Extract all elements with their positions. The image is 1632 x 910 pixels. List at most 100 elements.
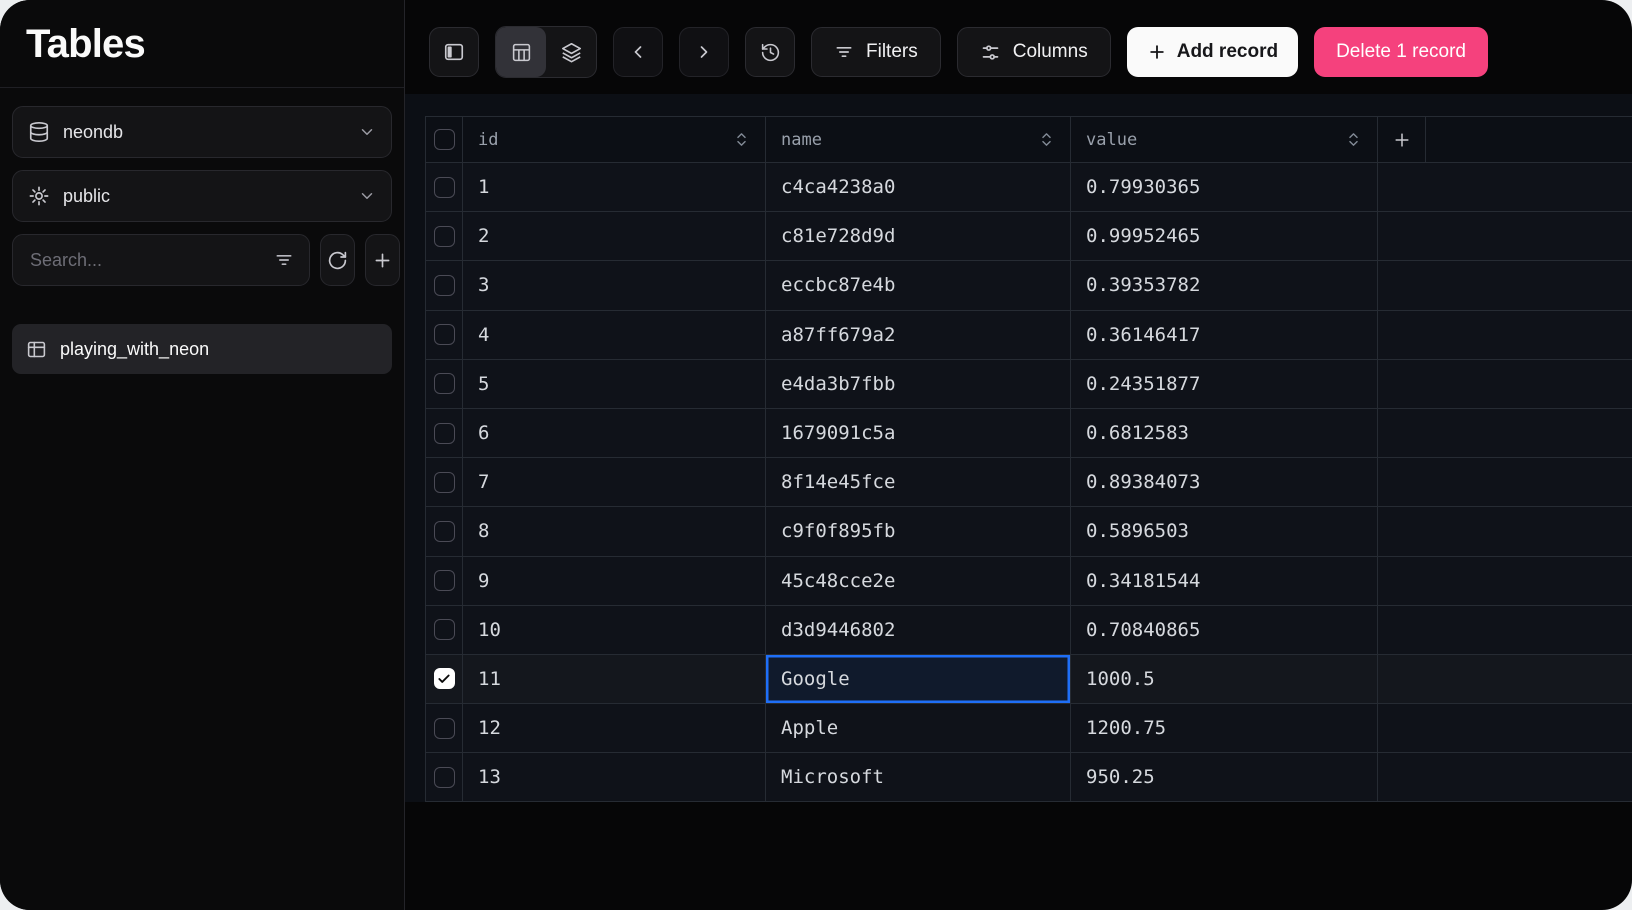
column-header-id[interactable]: id (463, 117, 766, 162)
prev-page-button[interactable] (613, 27, 663, 77)
row-checkbox[interactable] (434, 226, 455, 247)
grid-view-button[interactable] (496, 27, 546, 77)
search-row (12, 234, 392, 286)
column-header-value-label: value (1086, 130, 1137, 150)
chevron-down-icon (358, 187, 376, 205)
app-window: Tables neondb public (0, 0, 1632, 910)
table-row: 13 Microsoft 950.25 (425, 753, 1632, 802)
chevron-down-icon (358, 123, 376, 141)
add-record-button[interactable]: Add record (1127, 27, 1298, 77)
row-checkbox[interactable] (434, 423, 455, 444)
cell-name[interactable]: d3d9446802 (766, 606, 1071, 654)
cell-name[interactable]: c81e728d9d (766, 212, 1071, 260)
sort-icon[interactable] (733, 131, 750, 148)
table-item-label: playing_with_neon (60, 339, 209, 360)
table-row: 4 a87ff679a2 0.36146417 (425, 311, 1632, 360)
cell-id[interactable]: 6 (463, 409, 766, 457)
main-panel: Filters Columns Add record Delete 1 reco… (405, 0, 1632, 910)
cell-name[interactable]: Google (766, 655, 1071, 703)
row-checkbox[interactable] (434, 373, 455, 394)
column-header-name-label: name (781, 130, 822, 150)
row-checkbox[interactable] (434, 619, 455, 640)
next-page-button[interactable] (679, 27, 729, 77)
cell-id[interactable]: 2 (463, 212, 766, 260)
cell-id[interactable]: 9 (463, 557, 766, 605)
cell-name[interactable]: 1679091c5a (766, 409, 1071, 457)
cell-id[interactable]: 3 (463, 261, 766, 309)
chevron-right-icon (694, 42, 714, 62)
cell-name[interactable]: eccbc87e4b (766, 261, 1071, 309)
cell-value[interactable]: 0.89384073 (1071, 458, 1378, 506)
cell-value[interactable]: 1000.5 (1071, 655, 1378, 703)
sidebar-body: neondb public (0, 88, 404, 392)
cell-value[interactable]: 0.70840865 (1071, 606, 1378, 654)
cell-id[interactable]: 11 (463, 655, 766, 703)
row-checkbox[interactable] (434, 275, 455, 296)
table-row: 10 d3d9446802 0.70840865 (425, 606, 1632, 655)
cell-id[interactable]: 7 (463, 458, 766, 506)
grid-area: id name value (405, 94, 1632, 802)
row-checkbox[interactable] (434, 324, 455, 345)
row-checkbox[interactable] (434, 521, 455, 542)
cell-name[interactable]: e4da3b7fbb (766, 360, 1071, 408)
row-checkbox[interactable] (434, 177, 455, 198)
history-button[interactable] (745, 27, 795, 77)
cell-id[interactable]: 12 (463, 704, 766, 752)
cell-value[interactable]: 1200.75 (1071, 704, 1378, 752)
sliders-icon (980, 42, 1001, 63)
sort-icon[interactable] (1038, 131, 1055, 148)
row-check-cell (426, 557, 463, 605)
row-check-cell (426, 458, 463, 506)
select-all-checkbox[interactable] (434, 129, 455, 150)
cell-value[interactable]: 0.39353782 (1071, 261, 1378, 309)
cell-value[interactable]: 0.6812583 (1071, 409, 1378, 457)
cell-id[interactable]: 8 (463, 507, 766, 555)
filters-button[interactable]: Filters (811, 27, 941, 77)
cell-id[interactable]: 10 (463, 606, 766, 654)
cell-value[interactable]: 0.34181544 (1071, 557, 1378, 605)
cell-value[interactable]: 0.99952465 (1071, 212, 1378, 260)
cell-name[interactable]: c4ca4238a0 (766, 163, 1071, 211)
filters-button-label: Filters (866, 41, 918, 63)
cell-name[interactable]: 45c48cce2e (766, 557, 1071, 605)
search-input[interactable] (28, 249, 264, 272)
schema-selector-label: public (63, 186, 345, 207)
layers-view-button[interactable] (546, 27, 596, 77)
cell-id[interactable]: 13 (463, 753, 766, 801)
row-checkbox[interactable] (434, 668, 455, 689)
cell-name[interactable]: Microsoft (766, 753, 1071, 801)
cell-name[interactable]: c9f0f895fb (766, 507, 1071, 555)
cell-value[interactable]: 950.25 (1071, 753, 1378, 801)
row-checkbox[interactable] (434, 767, 455, 788)
database-selector[interactable]: neondb (12, 106, 392, 158)
sort-icon[interactable] (1345, 131, 1362, 148)
select-all-cell (426, 117, 463, 162)
cell-value[interactable]: 0.24351877 (1071, 360, 1378, 408)
table-row: 12 Apple 1200.75 (425, 704, 1632, 753)
chevron-left-icon (628, 42, 648, 62)
sidebar-item-playing-with-neon[interactable]: playing_with_neon (12, 324, 392, 374)
cell-name[interactable]: 8f14e45fce (766, 458, 1071, 506)
refresh-button[interactable] (320, 234, 355, 286)
cell-name[interactable]: a87ff679a2 (766, 311, 1071, 359)
delete-records-button[interactable]: Delete 1 record (1314, 27, 1488, 77)
row-checkbox[interactable] (434, 718, 455, 739)
column-header-value[interactable]: value (1071, 117, 1378, 162)
collapse-sidebar-button[interactable] (429, 27, 479, 77)
column-header-name[interactable]: name (766, 117, 1071, 162)
cell-name[interactable]: Apple (766, 704, 1071, 752)
add-table-button[interactable] (365, 234, 400, 286)
add-column-button[interactable] (1378, 117, 1426, 162)
view-toggle (495, 26, 597, 78)
cell-id[interactable]: 5 (463, 360, 766, 408)
columns-button[interactable]: Columns (957, 27, 1111, 77)
schema-selector[interactable]: public (12, 170, 392, 222)
cell-id[interactable]: 4 (463, 311, 766, 359)
row-checkbox[interactable] (434, 472, 455, 493)
cell-value[interactable]: 0.5896503 (1071, 507, 1378, 555)
cell-id[interactable]: 1 (463, 163, 766, 211)
cell-value[interactable]: 0.79930365 (1071, 163, 1378, 211)
row-checkbox[interactable] (434, 570, 455, 591)
cell-value[interactable]: 0.36146417 (1071, 311, 1378, 359)
data-grid: id name value (425, 116, 1632, 802)
